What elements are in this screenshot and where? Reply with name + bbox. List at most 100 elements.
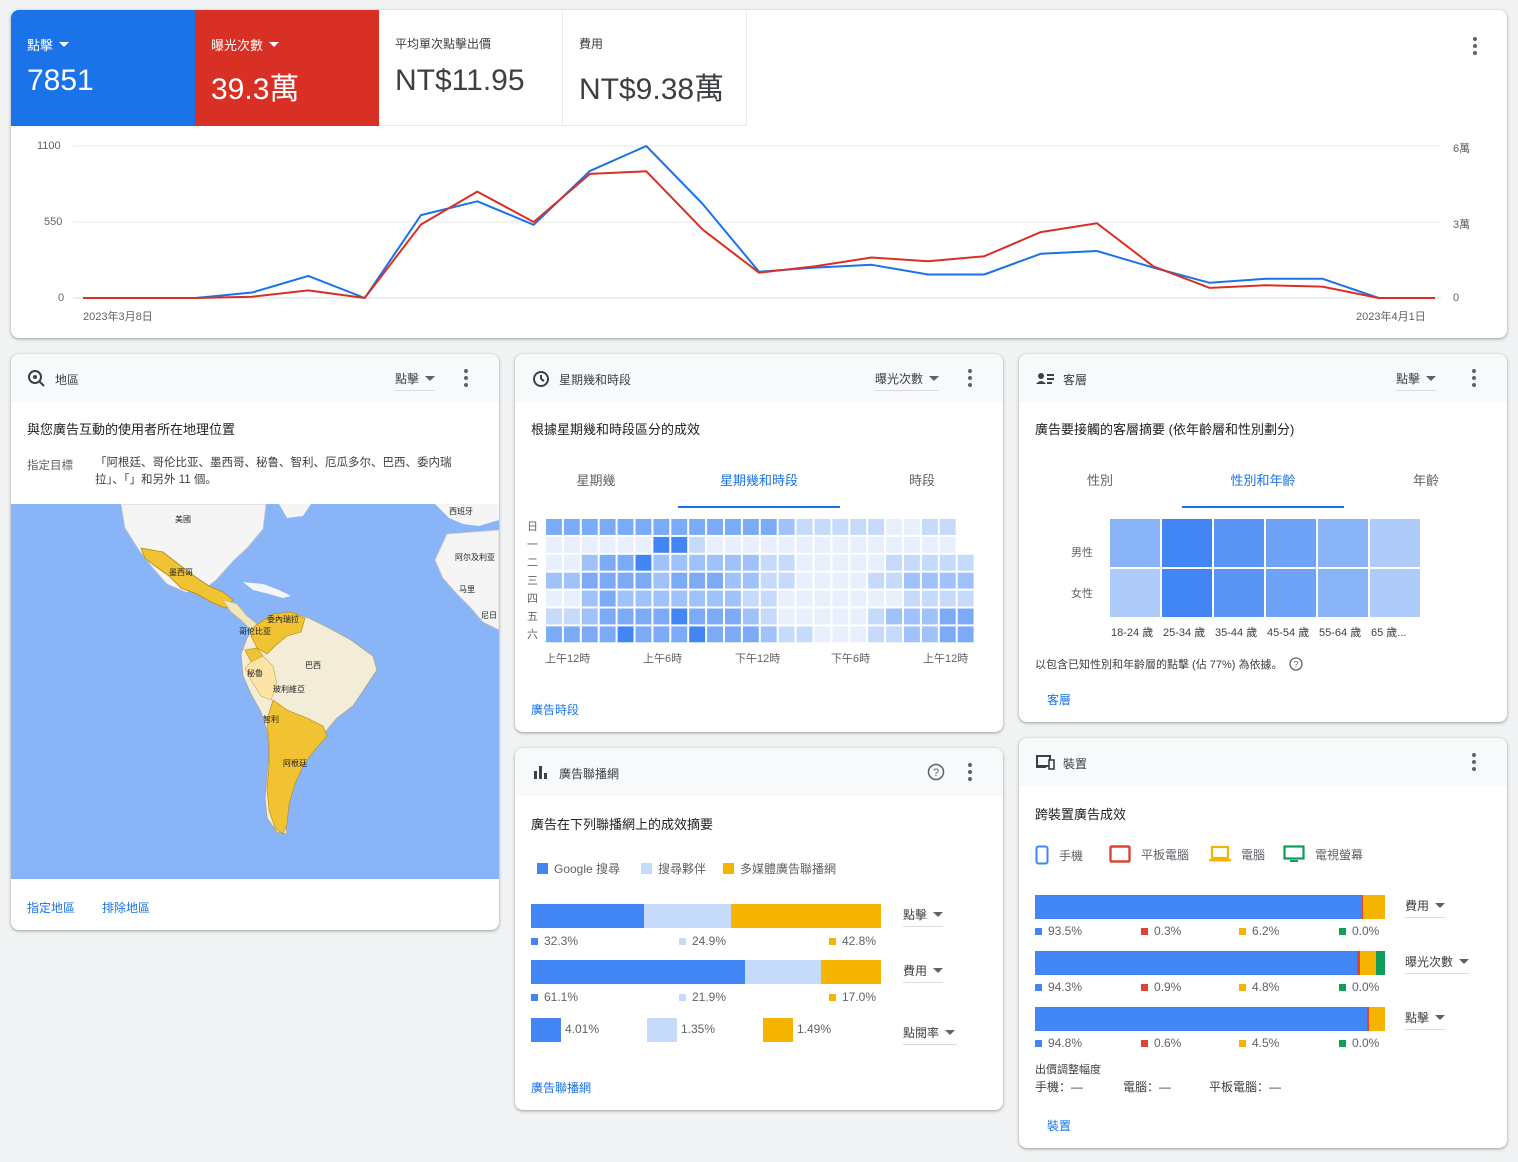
targeted-regions-link[interactable]: 指定地區 (27, 899, 75, 916)
heat-cell[interactable] (653, 519, 670, 535)
heat-cell[interactable] (725, 626, 741, 643)
metric-cost[interactable]: 費用 NT$9.38萬 (563, 10, 747, 126)
heat-cell[interactable] (760, 536, 777, 553)
heat-cell[interactable] (635, 626, 652, 643)
heat-cell[interactable] (886, 554, 902, 571)
heat-cell[interactable] (850, 519, 867, 535)
audience-link[interactable]: 客層 (1047, 691, 1071, 708)
heat-cell[interactable] (581, 626, 598, 643)
network-metric-dropdown[interactable]: 點擊 (903, 906, 943, 927)
audience-cell[interactable] (1162, 569, 1212, 617)
heat-cell[interactable] (689, 554, 706, 571)
heat-cell[interactable] (599, 608, 616, 625)
heat-cell[interactable] (546, 519, 562, 535)
heat-cell[interactable] (725, 608, 741, 625)
metric-impressions[interactable]: 曝光次數 39.3萬 (195, 10, 379, 126)
heat-cell[interactable] (814, 608, 831, 625)
heat-cell[interactable] (563, 626, 580, 643)
heat-cell[interactable] (814, 536, 831, 553)
heat-cell[interactable] (689, 608, 706, 625)
heat-cell[interactable] (635, 572, 652, 589)
heat-cell[interactable] (635, 554, 652, 571)
heat-cell[interactable] (617, 519, 634, 535)
region-more-icon[interactable] (454, 366, 478, 390)
heat-cell[interactable] (546, 590, 562, 607)
heat-cell[interactable] (563, 554, 580, 571)
heat-cell[interactable] (921, 519, 938, 535)
heat-cell[interactable] (671, 590, 688, 607)
heat-cell[interactable] (546, 608, 562, 625)
heat-cell[interactable] (563, 572, 580, 589)
heat-cell[interactable] (832, 608, 849, 625)
heat-cell[interactable] (725, 590, 741, 607)
heat-cell[interactable] (563, 536, 580, 553)
dayparts-metric-dropdown[interactable]: 曝光次數 (875, 370, 940, 391)
heat-cell[interactable] (814, 626, 831, 643)
heat-cell[interactable] (850, 554, 867, 571)
heat-cell[interactable] (653, 608, 670, 625)
heat-cell[interactable] (581, 536, 598, 553)
heat-cell[interactable] (957, 608, 974, 625)
heat-cell[interactable] (778, 626, 795, 643)
tab-hour-of-day[interactable]: 時段 (859, 468, 985, 508)
heat-cell[interactable] (760, 572, 777, 589)
heat-cell[interactable] (671, 608, 688, 625)
heat-cell[interactable] (689, 572, 706, 589)
network-bar[interactable] (531, 960, 881, 984)
heat-cell[interactable] (635, 590, 652, 607)
heat-cell[interactable] (957, 626, 974, 643)
heat-cell[interactable] (742, 608, 759, 625)
heat-cell[interactable] (707, 608, 723, 625)
heat-cell[interactable] (581, 590, 598, 607)
heat-cell[interactable] (957, 519, 974, 535)
heat-cell[interactable] (546, 554, 562, 571)
heat-cell[interactable] (546, 572, 562, 589)
heat-cell[interactable] (904, 626, 920, 643)
heat-cell[interactable] (921, 554, 938, 571)
heat-cell[interactable] (778, 572, 795, 589)
heat-cell[interactable] (653, 572, 670, 589)
heat-cell[interactable] (814, 572, 831, 589)
heat-cell[interactable] (939, 626, 956, 643)
tab-gender[interactable]: 性別 (1037, 468, 1163, 508)
heat-cell[interactable] (760, 554, 777, 571)
heat-cell[interactable] (796, 572, 813, 589)
heat-cell[interactable] (725, 536, 741, 553)
region-metric-dropdown[interactable]: 點擊 (395, 370, 436, 391)
heat-cell[interactable] (581, 519, 598, 535)
device-bar[interactable] (1035, 951, 1385, 975)
heat-cell[interactable] (796, 608, 813, 625)
heat-cell[interactable] (617, 536, 634, 553)
heat-cell[interactable] (563, 608, 580, 625)
heat-cell[interactable] (653, 554, 670, 571)
heat-cell[interactable] (778, 519, 795, 535)
metric-avg-cpc[interactable]: 平均單次點擊出價 NT$11.95 (379, 10, 563, 126)
heat-cell[interactable] (868, 572, 885, 589)
networks-more-icon[interactable] (958, 760, 982, 784)
heat-cell[interactable] (796, 590, 813, 607)
heat-cell[interactable] (850, 626, 867, 643)
tab-gender-and-age[interactable]: 性別和年齡 (1182, 468, 1344, 508)
heat-cell[interactable] (707, 554, 723, 571)
tab-day-of-week[interactable]: 星期幾 (533, 468, 659, 508)
heat-cell[interactable] (760, 590, 777, 607)
heat-cell[interactable] (742, 626, 759, 643)
metric-clicks[interactable]: 點擊 7851 (11, 10, 195, 126)
heat-cell[interactable] (832, 519, 849, 535)
heat-cell[interactable] (886, 536, 902, 553)
heat-cell[interactable] (886, 626, 902, 643)
region-map[interactable]: 美國 西班牙阿尔及利亚马里尼日 墨西哥委內瑞拉哥伦比亚秘魯 巴西玻利維亞智利阿根廷 (11, 504, 499, 879)
heat-cell[interactable] (617, 554, 634, 571)
heat-cell[interactable] (832, 626, 849, 643)
heat-cell[interactable] (689, 536, 706, 553)
heat-cell[interactable] (617, 572, 634, 589)
heat-cell[interactable] (599, 626, 616, 643)
heat-cell[interactable] (814, 519, 831, 535)
heat-cell[interactable] (760, 608, 777, 625)
heat-cell[interactable] (581, 554, 598, 571)
heat-cell[interactable] (886, 572, 902, 589)
heat-cell[interactable] (832, 536, 849, 553)
heat-cell[interactable] (671, 519, 688, 535)
heat-cell[interactable] (653, 590, 670, 607)
dayparts-more-icon[interactable] (958, 366, 982, 390)
